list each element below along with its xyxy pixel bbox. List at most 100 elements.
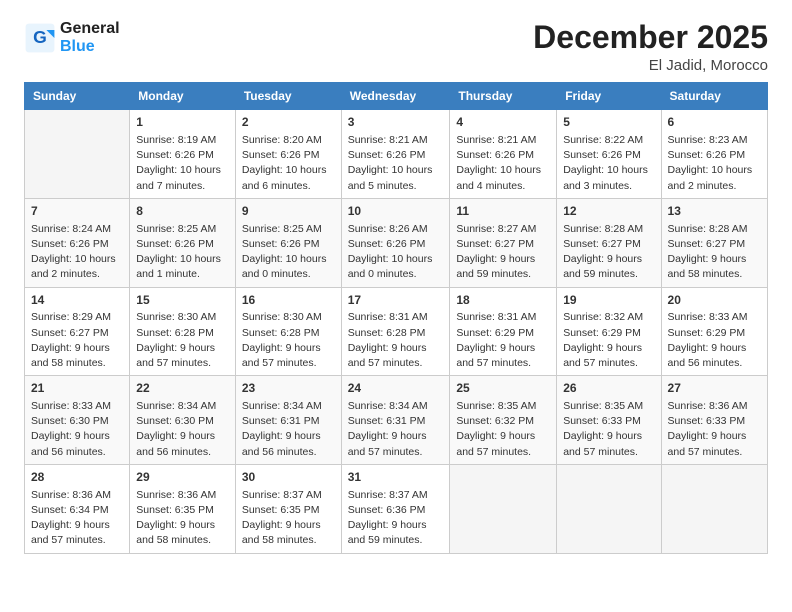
header: G General Blue December 2025 El Jadid, M… [24,20,768,74]
calendar-cell: 22 Sunrise: 8:34 AM Sunset: 6:30 PM Dayli… [130,376,236,465]
day-number: 1 [136,114,229,131]
weekday-header-monday: Monday [130,83,236,110]
day-number: 28 [31,469,123,486]
calendar-cell: 6Sunrise: 8:23 AM Sunset: 6:26 PM Daylig… [661,110,767,199]
calendar-body: 1 Sunrise: 8:19 AM Sunset: 6:26 PM Daylig… [25,110,768,553]
day-info: Sunrise: 8:21 AM Sunset: 6:26 PM Dayligh… [456,133,550,194]
calendar-cell: 21 Sunrise: 8:33 AM Sunset: 6:30 PM Dayli… [25,376,130,465]
calendar-cell [661,464,767,553]
calendar-cell: 31 Sunrise: 8:37 AM Sunset: 6:36 PM Dayli… [341,464,450,553]
day-info: Sunrise: 8:35 AM Sunset: 6:33 PM Dayligh… [563,399,654,460]
day-info: Sunrise: 8:28 AM Sunset: 6:27 PM Dayligh… [668,222,761,283]
day-info: Sunrise: 8:25 AM Sunset: 6:26 PM Dayligh… [136,222,229,283]
day-number: 10 [348,203,444,220]
calendar-cell: 25Sunrise: 8:35 AM Sunset: 6:32 PM Dayli… [450,376,557,465]
weekday-header-row: SundayMondayTuesdayWednesdayThursdayFrid… [25,83,768,110]
calendar-header: SundayMondayTuesdayWednesdayThursdayFrid… [25,83,768,110]
day-info: Sunrise: 8:36 AM Sunset: 6:34 PM Dayligh… [31,488,123,549]
day-number: 23 [242,380,335,397]
calendar-cell [450,464,557,553]
day-number: 22 [136,380,229,397]
day-info: Sunrise: 8:30 AM Sunset: 6:28 PM Dayligh… [136,310,229,371]
logo-text-line1: General [60,20,120,38]
day-info: Sunrise: 8:34 AM Sunset: 6:30 PM Dayligh… [136,399,229,460]
day-info: Sunrise: 8:24 AM Sunset: 6:26 PM Dayligh… [31,222,123,283]
day-number: 12 [563,203,654,220]
calendar-cell: 11Sunrise: 8:27 AM Sunset: 6:27 PM Dayli… [450,198,557,287]
day-info: Sunrise: 8:33 AM Sunset: 6:30 PM Dayligh… [31,399,123,460]
day-info: Sunrise: 8:19 AM Sunset: 6:26 PM Dayligh… [136,133,229,194]
calendar-cell: 12 Sunrise: 8:28 AM Sunset: 6:27 PM Dayli… [557,198,661,287]
day-number: 26 [563,380,654,397]
calendar-cell: 15Sunrise: 8:30 AM Sunset: 6:28 PM Dayli… [130,287,236,376]
day-number: 27 [668,380,761,397]
calendar-week-3: 21 Sunrise: 8:33 AM Sunset: 6:30 PM Dayli… [25,376,768,465]
day-number: 17 [348,292,444,309]
day-number: 24 [348,380,444,397]
calendar-cell: 28 Sunrise: 8:36 AM Sunset: 6:34 PM Dayli… [25,464,130,553]
title-block: December 2025 El Jadid, Morocco [533,20,768,74]
day-number: 3 [348,114,444,131]
day-info: Sunrise: 8:36 AM Sunset: 6:33 PM Dayligh… [668,399,761,460]
calendar-cell: 13 Sunrise: 8:28 AM Sunset: 6:27 PM Dayli… [661,198,767,287]
weekday-header-sunday: Sunday [25,83,130,110]
calendar-table: SundayMondayTuesdayWednesdayThursdayFrid… [24,82,768,553]
day-number: 16 [242,292,335,309]
weekday-header-wednesday: Wednesday [341,83,450,110]
day-number: 14 [31,292,123,309]
calendar-cell: 9Sunrise: 8:25 AM Sunset: 6:26 PM Daylig… [235,198,341,287]
calendar-cell: 23 Sunrise: 8:34 AM Sunset: 6:31 PM Dayli… [235,376,341,465]
day-number: 31 [348,469,444,486]
day-number: 30 [242,469,335,486]
weekday-header-tuesday: Tuesday [235,83,341,110]
calendar-cell: 8 Sunrise: 8:25 AM Sunset: 6:26 PM Daylig… [130,198,236,287]
day-info: Sunrise: 8:22 AM Sunset: 6:26 PM Dayligh… [563,133,654,194]
calendar-week-1: 7 Sunrise: 8:24 AM Sunset: 6:26 PM Daylig… [25,198,768,287]
day-number: 13 [668,203,761,220]
svg-text:G: G [33,26,47,46]
day-info: Sunrise: 8:33 AM Sunset: 6:29 PM Dayligh… [668,310,761,371]
day-info: Sunrise: 8:26 AM Sunset: 6:26 PM Dayligh… [348,222,444,283]
day-number: 8 [136,203,229,220]
calendar-cell: 3 Sunrise: 8:21 AM Sunset: 6:26 PM Daylig… [341,110,450,199]
day-info: Sunrise: 8:37 AM Sunset: 6:36 PM Dayligh… [348,488,444,549]
day-number: 18 [456,292,550,309]
calendar-cell: 2 Sunrise: 8:20 AM Sunset: 6:26 PM Daylig… [235,110,341,199]
calendar-cell: 19Sunrise: 8:32 AM Sunset: 6:29 PM Dayli… [557,287,661,376]
calendar-cell: 24Sunrise: 8:34 AM Sunset: 6:31 PM Dayli… [341,376,450,465]
day-number: 21 [31,380,123,397]
day-info: Sunrise: 8:29 AM Sunset: 6:27 PM Dayligh… [31,310,123,371]
weekday-header-thursday: Thursday [450,83,557,110]
day-number: 4 [456,114,550,131]
weekday-header-friday: Friday [557,83,661,110]
day-number: 19 [563,292,654,309]
day-info: Sunrise: 8:36 AM Sunset: 6:35 PM Dayligh… [136,488,229,549]
day-number: 6 [668,114,761,131]
page: G General Blue December 2025 El Jadid, M… [0,0,792,612]
calendar-cell: 27 Sunrise: 8:36 AM Sunset: 6:33 PM Dayli… [661,376,767,465]
day-number: 25 [456,380,550,397]
day-number: 29 [136,469,229,486]
day-info: Sunrise: 8:30 AM Sunset: 6:28 PM Dayligh… [242,310,335,371]
day-info: Sunrise: 8:34 AM Sunset: 6:31 PM Dayligh… [242,399,335,460]
calendar-cell: 16Sunrise: 8:30 AM Sunset: 6:28 PM Dayli… [235,287,341,376]
day-info: Sunrise: 8:32 AM Sunset: 6:29 PM Dayligh… [563,310,654,371]
day-info: Sunrise: 8:28 AM Sunset: 6:27 PM Dayligh… [563,222,654,283]
day-info: Sunrise: 8:20 AM Sunset: 6:26 PM Dayligh… [242,133,335,194]
day-info: Sunrise: 8:31 AM Sunset: 6:28 PM Dayligh… [348,310,444,371]
day-info: Sunrise: 8:31 AM Sunset: 6:29 PM Dayligh… [456,310,550,371]
calendar-cell [557,464,661,553]
day-number: 7 [31,203,123,220]
calendar-cell: 1 Sunrise: 8:19 AM Sunset: 6:26 PM Daylig… [130,110,236,199]
calendar-cell: 17Sunrise: 8:31 AM Sunset: 6:28 PM Dayli… [341,287,450,376]
calendar-cell: 5Sunrise: 8:22 AM Sunset: 6:26 PM Daylig… [557,110,661,199]
calendar-week-0: 1 Sunrise: 8:19 AM Sunset: 6:26 PM Daylig… [25,110,768,199]
calendar-cell: 4 Sunrise: 8:21 AM Sunset: 6:26 PM Daylig… [450,110,557,199]
logo: G General Blue [24,20,120,55]
day-number: 15 [136,292,229,309]
day-number: 2 [242,114,335,131]
day-info: Sunrise: 8:25 AM Sunset: 6:26 PM Dayligh… [242,222,335,283]
day-info: Sunrise: 8:21 AM Sunset: 6:26 PM Dayligh… [348,133,444,194]
calendar-week-4: 28 Sunrise: 8:36 AM Sunset: 6:34 PM Dayli… [25,464,768,553]
calendar-cell: 18Sunrise: 8:31 AM Sunset: 6:29 PM Dayli… [450,287,557,376]
